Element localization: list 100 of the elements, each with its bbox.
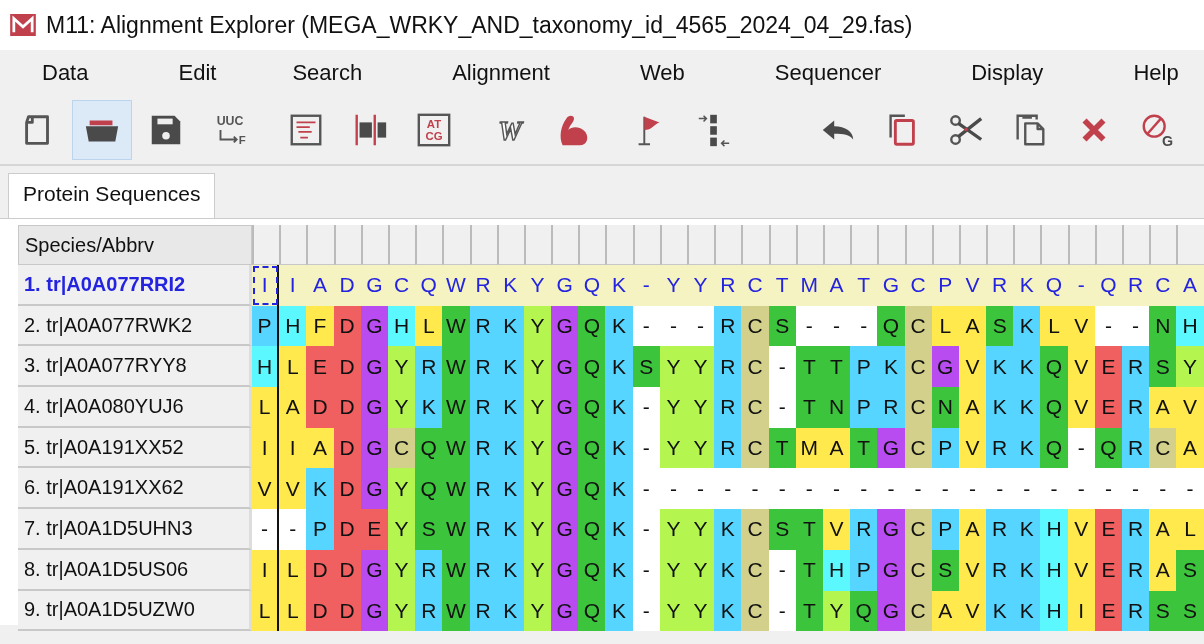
bases-button[interactable]: AT CG xyxy=(404,100,464,160)
menu-item[interactable]: Web xyxy=(605,60,719,86)
sequence-name[interactable]: 5. tr|A0A191XX52 xyxy=(18,427,252,469)
sequence-name[interactable]: 8. tr|A0A1D5US06 xyxy=(18,549,252,591)
residue-cell: P xyxy=(931,509,959,550)
residue-cell: C xyxy=(741,305,769,347)
open-button[interactable] xyxy=(72,100,132,160)
sequence-name[interactable]: 4. tr|A0A080YUJ6 xyxy=(18,387,252,428)
residue-cell: R xyxy=(714,387,742,428)
residue-cell: Y xyxy=(659,346,687,388)
residue-cell: R xyxy=(986,549,1014,591)
column-header xyxy=(687,225,715,265)
residue-cell: G xyxy=(877,549,905,591)
menu-item[interactable]: Sequencer xyxy=(740,60,916,86)
menu-item[interactable]: Edit xyxy=(144,60,251,86)
window-title: M11: Alignment Explorer (MEGA_WRKY_AND_taxonomy_id_4565_2024_04_29.fas) xyxy=(46,11,913,39)
residue-cell: Y xyxy=(659,387,687,428)
residue-cell: K xyxy=(1013,387,1041,428)
residue-cell: K xyxy=(496,509,524,550)
column-header xyxy=(741,225,769,265)
column-header xyxy=(360,225,388,265)
menu-item[interactable]: Data xyxy=(8,60,123,86)
residue-cell: Y xyxy=(687,509,715,550)
column-header xyxy=(551,225,579,265)
residue-cell: C xyxy=(904,509,932,550)
residue-cell: Q xyxy=(415,265,443,306)
residue-cell: K xyxy=(496,468,524,510)
residue-cell: N xyxy=(931,387,959,428)
residue-cell: Y xyxy=(523,468,552,510)
residue-cell: K xyxy=(605,427,633,469)
residue-cell: P xyxy=(850,346,878,388)
column-header xyxy=(632,225,660,265)
residue-cell: W xyxy=(442,387,470,428)
residue-cell: K xyxy=(605,387,633,428)
column-header: Species/Abbrv xyxy=(18,225,252,265)
residue-cell: H xyxy=(1040,509,1068,550)
residue-cell: Y xyxy=(687,265,715,306)
residue-cell: T xyxy=(795,346,823,388)
residue-cell: V xyxy=(958,265,987,306)
sequence-name[interactable]: 3. tr|A0A077RYY8 xyxy=(18,346,252,388)
translate-button[interactable]: UUC F xyxy=(200,100,260,160)
residue-cell: R xyxy=(1122,427,1150,469)
residue-cell: W xyxy=(442,590,470,632)
column-header xyxy=(904,225,932,265)
column-header xyxy=(714,225,742,265)
menu-item[interactable]: Alignment xyxy=(418,60,584,86)
menu-item[interactable]: Search xyxy=(258,60,397,86)
residue-cell: G xyxy=(551,549,579,591)
residue-cell: H xyxy=(252,346,280,388)
residue-cell: K xyxy=(605,509,633,550)
column-header xyxy=(469,225,497,265)
residue-cell: A xyxy=(1176,265,1204,306)
sequence-name[interactable]: 9. tr|A0A1D5UZW0 xyxy=(18,590,252,632)
residue-cell: Q xyxy=(578,549,606,591)
residue-cell: F xyxy=(306,305,334,347)
residue-cell: R xyxy=(986,427,1014,469)
sequence-name[interactable]: 6. tr|A0A191XX62 xyxy=(18,468,252,510)
residue-cell: K xyxy=(714,590,742,632)
residue-cell: P xyxy=(306,509,334,550)
residue-cell: N xyxy=(1149,305,1177,347)
column-header xyxy=(986,225,1014,265)
residue-cell: D xyxy=(306,590,334,632)
residue-cell: T xyxy=(795,509,823,550)
residue-cell: Q xyxy=(1040,387,1068,428)
sequence-name[interactable]: 7. tr|A0A1D5UHN3 xyxy=(18,509,252,550)
residue-cell: K xyxy=(1013,346,1041,388)
residue-cell: C xyxy=(741,265,769,306)
residue-cell: I xyxy=(252,265,280,306)
residue-cell: R xyxy=(1122,549,1150,591)
column-header xyxy=(523,225,552,265)
tab[interactable]: Protein Sequences xyxy=(8,173,216,218)
residue-cell: C xyxy=(1149,427,1177,469)
residue-cell: E xyxy=(1094,509,1122,550)
sequence-name[interactable]: 2. tr|A0A077RWK2 xyxy=(18,305,252,347)
app-logo-icon xyxy=(10,14,36,36)
residue-cell: R xyxy=(469,346,497,388)
residue-cell: Y xyxy=(687,387,715,428)
residue-cell: T xyxy=(850,427,878,469)
residue-cell: V xyxy=(822,509,851,550)
residue-cell: T xyxy=(795,387,823,428)
residue-cell: C xyxy=(904,346,932,388)
residue-cell: K xyxy=(415,387,443,428)
residue-cell: S xyxy=(1149,346,1177,388)
residue-cell: W xyxy=(442,468,470,510)
residue-cell: R xyxy=(469,509,497,550)
delete-gaps-button[interactable]: G xyxy=(1128,100,1188,160)
residue-cell: G xyxy=(551,509,579,550)
residue-cell: V xyxy=(279,468,307,510)
residue-cell: P xyxy=(850,549,878,591)
residue-cell: H xyxy=(1176,305,1204,347)
residue-cell: K xyxy=(605,590,633,632)
column-header xyxy=(958,225,987,265)
residue-cell: T xyxy=(768,265,796,306)
menu-item[interactable]: Display xyxy=(937,60,1078,86)
sequence-name[interactable]: 1. tr|A0A077RRI2 xyxy=(18,265,252,306)
menu-item[interactable]: Help xyxy=(1099,60,1204,86)
residue-cell: K xyxy=(605,265,633,306)
residue-cell: R xyxy=(986,265,1014,306)
residue-cell: W xyxy=(442,305,470,347)
column-header xyxy=(850,225,878,265)
